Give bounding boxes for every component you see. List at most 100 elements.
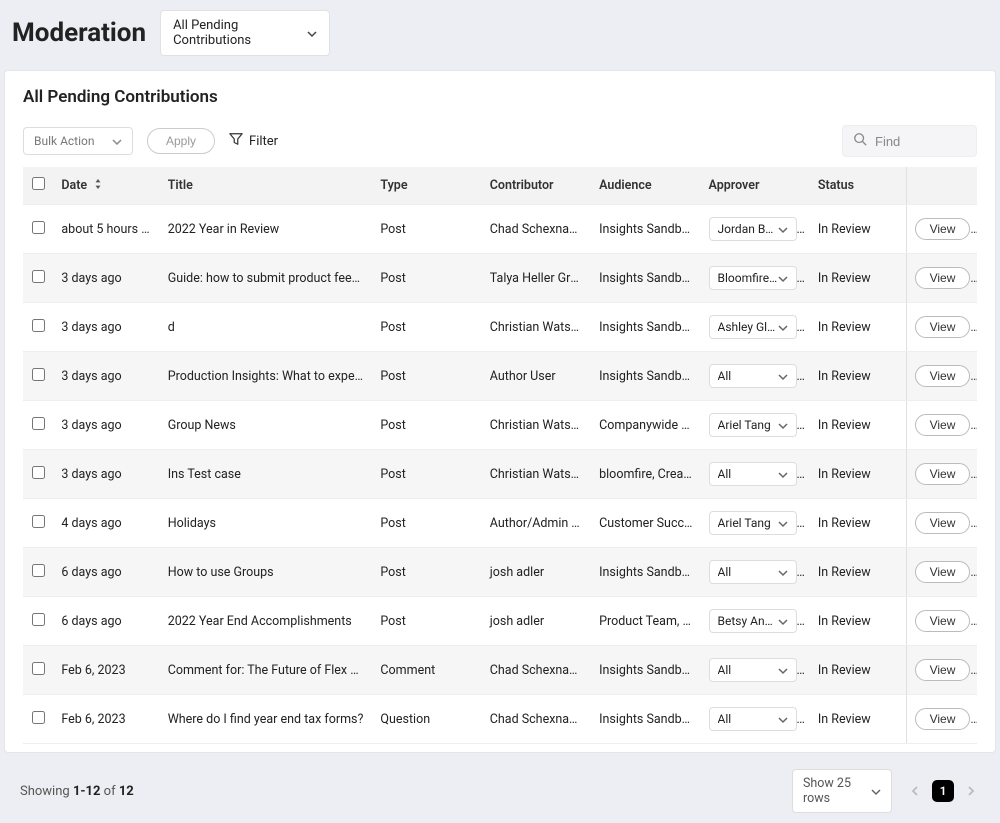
approver-select[interactable]: All — [709, 560, 797, 584]
cell-date: Feb 6, 2023 — [53, 695, 159, 744]
table-row: Feb 6, 2023Comment for: The Future of Fl… — [23, 646, 977, 695]
cell-date: 3 days ago — [53, 303, 159, 352]
row-checkbox[interactable] — [32, 417, 45, 430]
search-input[interactable] — [875, 134, 966, 149]
table-row: 3 days agoIns Test casePostChristian Wat… — [23, 450, 977, 499]
row-checkbox[interactable] — [32, 564, 45, 577]
footer-right: Show 25 rows 1 — [792, 769, 982, 813]
view-select[interactable]: All Pending Contributions — [160, 10, 330, 56]
page-header: Moderation All Pending Contributions — [0, 0, 1000, 70]
approver-value: All — [718, 565, 778, 579]
search-box[interactable] — [842, 125, 977, 157]
row-checkbox[interactable] — [32, 515, 45, 528]
row-checkbox[interactable] — [32, 662, 45, 675]
column-header-type[interactable]: Type — [372, 167, 481, 205]
cell-date: 6 days ago — [53, 548, 159, 597]
bulk-action-select[interactable]: Bulk Action — [23, 127, 133, 155]
column-header-audience[interactable]: Audience — [591, 167, 700, 205]
approver-select[interactable]: Bloomfire Amb... — [709, 266, 797, 290]
column-header-status[interactable]: Status — [810, 167, 906, 205]
row-checkbox[interactable] — [32, 613, 45, 626]
cell-type: Post — [372, 254, 481, 303]
approver-value: All — [718, 663, 778, 677]
rows-select-label: Show 25 rows — [803, 776, 871, 806]
row-checkbox[interactable] — [32, 466, 45, 479]
approver-select[interactable]: Ashley Gladden — [709, 315, 797, 339]
view-button[interactable]: View — [915, 512, 971, 534]
view-button[interactable]: View — [915, 610, 971, 632]
page-number-current[interactable]: 1 — [932, 780, 954, 802]
page-title: Moderation — [12, 18, 146, 48]
chevron-down-icon — [778, 273, 788, 283]
toolbar-left: Bulk Action Apply Filter — [23, 127, 278, 155]
row-checkbox[interactable] — [32, 368, 45, 381]
cell-status: In Review — [810, 597, 906, 646]
approver-select[interactable]: All — [709, 462, 797, 486]
cell-audience: Insights Sandbox — [591, 303, 700, 352]
view-button[interactable]: View — [915, 463, 971, 485]
approver-value: Ashley Gladden — [718, 320, 778, 334]
cell-title: d — [160, 303, 373, 352]
next-page-button[interactable] — [960, 780, 982, 802]
sort-icon — [94, 178, 102, 193]
prev-page-button[interactable] — [904, 780, 926, 802]
approver-select[interactable]: Ariel Tang — [709, 413, 797, 437]
view-button[interactable]: View — [915, 218, 971, 240]
cell-contributor: Christian Watson — [482, 303, 591, 352]
view-button[interactable]: View — [915, 561, 971, 583]
select-all-checkbox[interactable] — [32, 177, 45, 190]
cell-date: 3 days ago — [53, 401, 159, 450]
showing-text: Showing 1-12 of 12 — [20, 784, 134, 799]
cell-type: Post — [372, 597, 481, 646]
cell-status: In Review — [810, 205, 906, 254]
cell-contributor: Christian Watson — [482, 401, 591, 450]
view-button[interactable]: View — [915, 414, 971, 436]
cell-title: Guide: how to submit product feedback — [160, 254, 373, 303]
cell-contributor: Chad Schexnayder — [482, 205, 591, 254]
cell-contributor: josh adler — [482, 597, 591, 646]
cell-contributor: Author User — [482, 352, 591, 401]
column-header-approver[interactable]: Approver — [701, 167, 810, 205]
cell-status: In Review — [810, 303, 906, 352]
chevron-down-icon — [871, 786, 881, 796]
column-header-date[interactable]: Date — [53, 167, 159, 205]
apply-button[interactable]: Apply — [147, 128, 215, 154]
cell-type: Post — [372, 450, 481, 499]
chevron-down-icon — [778, 714, 788, 724]
view-button[interactable]: View — [915, 659, 971, 681]
cell-title: Where do I find year end tax forms? — [160, 695, 373, 744]
rows-per-page-select[interactable]: Show 25 rows — [792, 769, 892, 813]
view-button[interactable]: View — [915, 267, 971, 289]
row-checkbox[interactable] — [32, 711, 45, 724]
cell-contributor: Chad Schexnayder — [482, 695, 591, 744]
chevron-down-icon — [778, 322, 788, 332]
approver-select[interactable]: Jordan Boyson — [709, 217, 797, 241]
table-row: 6 days ago2022 Year End AccomplishmentsP… — [23, 597, 977, 646]
column-header-title[interactable]: Title — [160, 167, 373, 205]
row-checkbox[interactable] — [32, 319, 45, 332]
approver-select[interactable]: All — [709, 364, 797, 388]
approver-select[interactable]: Betsy Anderson — [709, 609, 797, 633]
approver-select[interactable]: All — [709, 658, 797, 682]
row-checkbox[interactable] — [32, 270, 45, 283]
filter-label: Filter — [249, 134, 278, 149]
cell-contributor: Author/Admin Test — [482, 499, 591, 548]
approver-value: All — [718, 712, 778, 726]
chevron-down-icon — [778, 420, 788, 430]
view-button[interactable]: View — [915, 316, 971, 338]
approver-select[interactable]: Ariel Tang — [709, 511, 797, 535]
table-footer: Showing 1-12 of 12 Show 25 rows 1 — [0, 761, 1000, 823]
column-header-contributor[interactable]: Contributor — [482, 167, 591, 205]
row-checkbox[interactable] — [32, 221, 45, 234]
cell-title: Ins Test case — [160, 450, 373, 499]
cell-date: Feb 6, 2023 — [53, 646, 159, 695]
cell-audience: Customer Success, I... — [591, 499, 700, 548]
cell-audience: Product Team, Insig... — [591, 597, 700, 646]
cell-status: In Review — [810, 450, 906, 499]
filter-button[interactable]: Filter — [229, 132, 278, 150]
view-button[interactable]: View — [915, 708, 971, 730]
approver-select[interactable]: All — [709, 707, 797, 731]
cell-contributor: Talya Heller Greenbe... — [482, 254, 591, 303]
cell-audience: Insights Sandbox — [591, 695, 700, 744]
view-button[interactable]: View — [915, 365, 971, 387]
